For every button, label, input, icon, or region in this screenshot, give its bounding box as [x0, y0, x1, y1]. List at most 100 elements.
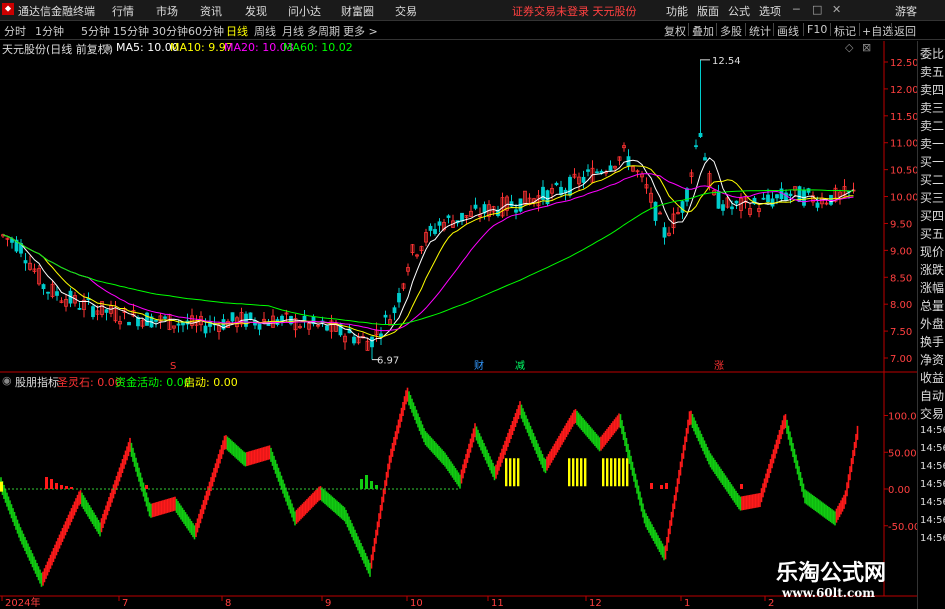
chart-axes: 12.5012.0011.5011.0010.5010.009.509.008.…: [1, 56, 923, 609]
panel-item[interactable]: 外盘: [920, 315, 945, 333]
signal-bar: [517, 458, 520, 487]
panel-item[interactable]: 卖三: [920, 99, 945, 117]
candle-body: [653, 201, 658, 221]
price-label: 9.00: [890, 246, 912, 257]
signal-bar: [572, 458, 575, 487]
ma20-line: [2, 173, 854, 332]
stock-title: 天元股份(日线 前复权): [2, 43, 114, 56]
panel-item[interactable]: 现价: [920, 243, 945, 261]
candle-body: [230, 312, 235, 322]
settings-icon[interactable]: ◇: [845, 41, 853, 54]
panel-item[interactable]: 自动: [920, 387, 945, 405]
date-label: 9: [325, 598, 331, 609]
date-label: 7: [122, 598, 128, 609]
price-label: 11.50: [890, 112, 919, 123]
panel-item[interactable]: 换手: [920, 333, 945, 351]
candle-body: [370, 336, 374, 348]
candle-body: [694, 145, 698, 148]
candle-body: [397, 293, 401, 303]
panel-item[interactable]: 买三: [920, 189, 945, 207]
candle-body: [473, 204, 478, 209]
panel-item[interactable]: 涨幅: [920, 279, 945, 297]
indicator-label: -50.00: [888, 522, 920, 533]
date-label: 2024年: [5, 596, 40, 609]
candle-body: [788, 193, 793, 197]
panel-item[interactable]: 涨跌: [920, 261, 945, 279]
indicator-label: 0.00: [888, 485, 910, 496]
candle-body: [145, 312, 149, 326]
tick-time: 14:56: [920, 443, 945, 454]
panel-item[interactable]: 卖五: [920, 63, 945, 81]
panel-item[interactable]: 买一: [920, 153, 945, 171]
candle-body: [554, 182, 559, 186]
panel-item[interactable]: 交易: [920, 405, 945, 423]
ma60-value: MA60: 10.02: [283, 41, 353, 54]
candle-body: [730, 206, 734, 210]
panel-item[interactable]: 收益: [920, 369, 945, 387]
date-label: 1: [684, 598, 690, 609]
quote-side-panel: 委比 卖五 卖四 卖三 卖二 卖一 买一 买二 买三 买四 买五 现价 涨跌 涨…: [917, 41, 945, 609]
candle-body: [55, 291, 59, 296]
price-label: 8.50: [890, 273, 912, 284]
tick-time: 14:56: [920, 515, 945, 526]
candle-body: [761, 197, 766, 200]
price-label: 10.50: [890, 166, 919, 177]
panel-item[interactable]: 总量: [920, 297, 945, 315]
indicator-small-bar: [65, 486, 68, 489]
candle-body: [437, 221, 442, 226]
signal-bar: [580, 458, 583, 487]
candle-body: [127, 321, 131, 326]
candle-body: [806, 188, 811, 193]
price-label: 8.00: [890, 300, 912, 311]
event-mark: 涨: [714, 360, 724, 372]
watermark-cn: 乐淘公式网: [776, 560, 887, 586]
expand-icon[interactable]: ⊠: [862, 41, 871, 54]
signal-bar: [622, 458, 625, 487]
candle-body: [77, 307, 82, 310]
info-toggle-icon[interactable]: ◉: [103, 41, 113, 54]
indicator-small-bar: [660, 485, 663, 489]
price-label: 7.50: [890, 327, 912, 338]
high-label: 12.54: [712, 56, 741, 67]
event-mark: S: [170, 361, 176, 372]
indicator-small-bar: [145, 485, 148, 489]
indicator-small-bar: [370, 481, 373, 489]
signal-bar: [509, 458, 512, 487]
signal-bar: [610, 458, 613, 487]
candle-body: [379, 333, 383, 338]
candle-body: [392, 307, 397, 314]
moving-averages: [2, 157, 854, 342]
panel-item[interactable]: 买二: [920, 171, 945, 189]
candle-body: [460, 212, 464, 222]
date-label: 10: [410, 598, 423, 609]
panel-item[interactable]: 卖一: [920, 135, 945, 153]
panel-item[interactable]: 卖二: [920, 117, 945, 135]
indicator-small-bar: [60, 485, 63, 489]
price-label: 12.50: [890, 58, 919, 69]
indicator-s3: 启动: 0.00: [184, 376, 238, 389]
candle-body: [734, 200, 739, 204]
panel-item[interactable]: 委比: [920, 45, 945, 63]
indicator-toggle-icon[interactable]: ◉: [2, 374, 12, 387]
candle-body: [383, 314, 388, 318]
date-label: 11: [491, 598, 504, 609]
candle-body: [698, 132, 703, 137]
candle-body: [181, 322, 185, 326]
candle-body: [766, 194, 770, 203]
signal-bar: [626, 458, 629, 487]
event-mark: 减: [515, 360, 525, 372]
candle-body: [433, 229, 437, 234]
panel-item[interactable]: 买五: [920, 225, 945, 243]
kline-chart[interactable]: 12.5012.0011.5011.0010.5010.009.509.008.…: [0, 0, 945, 609]
signal-bar: [602, 458, 605, 487]
candle-body: [446, 215, 451, 218]
panel-item[interactable]: 卖四: [920, 81, 945, 99]
panel-item[interactable]: 买四: [920, 207, 945, 225]
candle-body: [581, 176, 586, 183]
signal-bar: [0, 481, 3, 492]
tick-time: 14:56: [920, 461, 945, 472]
candle-body: [257, 323, 262, 330]
panel-item[interactable]: 净资: [920, 351, 945, 369]
indicator-name: 股朋指标: [15, 376, 59, 389]
tick-time: 14:56: [920, 479, 945, 490]
